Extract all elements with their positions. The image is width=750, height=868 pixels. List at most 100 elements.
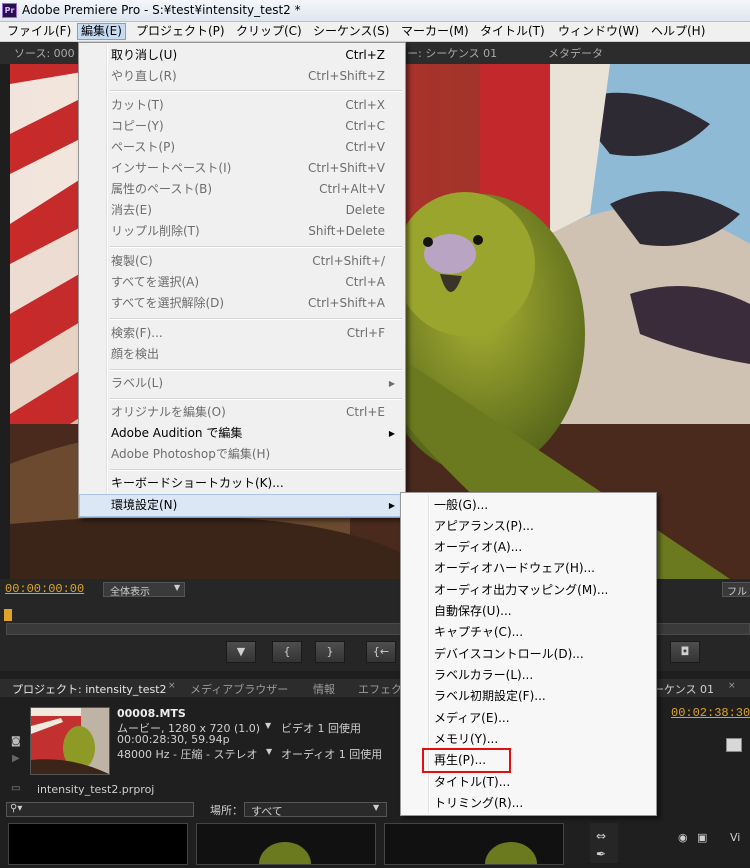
media-thumbnail-2-image: [259, 842, 311, 868]
menu-item-paste[interactable]: ペースト(P) Ctrl+V: [80, 137, 404, 158]
tab-effects[interactable]: エフェク: [358, 681, 402, 697]
menu-clip[interactable]: クリップ(C): [233, 23, 305, 40]
pen-tool-icon[interactable]: ✒: [596, 847, 606, 861]
poster-frame-icon[interactable]: ◙: [11, 736, 21, 747]
submenu-arrow-icon: ▶: [388, 379, 395, 388]
menu-marker[interactable]: マーカー(M): [398, 23, 472, 40]
menu-item-label: キーボードショートカット(K)...: [111, 476, 284, 490]
menu-item-paste-insert[interactable]: インサートペースト(I) Ctrl+Shift+V: [80, 158, 404, 179]
menu-item-label: ペースト(P): [111, 140, 175, 154]
mark-out-button[interactable]: }: [315, 641, 345, 663]
menu-help[interactable]: ヘルプ(H): [648, 23, 708, 40]
menu-item-label: Adobe Audition で編集: [111, 426, 243, 440]
menu-item-copy[interactable]: コピー(Y) Ctrl+C: [80, 116, 404, 137]
media-thumbnail-2[interactable]: [196, 823, 376, 868]
menu-item-label: 取り消し(U): [111, 48, 178, 62]
close-icon[interactable]: ×: [168, 681, 176, 691]
menu-separator: [110, 246, 402, 248]
play-thumbnail-icon[interactable]: ▶: [12, 753, 20, 764]
pref-audio-hardware[interactable]: オーディオハードウェア(H)...: [434, 558, 595, 579]
tab-project[interactable]: プロジェクト: intensity_test2: [12, 681, 167, 697]
menu-item-clear[interactable]: 消去(E) Delete: [80, 200, 404, 221]
add-marker-button[interactable]: ▼: [226, 641, 256, 663]
pref-device-control[interactable]: デバイスコントロール(D)...: [434, 644, 584, 665]
location-select[interactable]: すべて ▼: [244, 802, 387, 818]
menu-title[interactable]: タイトル(T): [477, 23, 548, 40]
snap-icon[interactable]: [726, 738, 742, 752]
menu-item-edit-in-audition[interactable]: Adobe Audition で編集 ▶: [80, 423, 404, 444]
menu-item-find[interactable]: 検索(F)... Ctrl+F: [80, 323, 404, 344]
menu-separator: [110, 469, 402, 471]
eye-icon[interactable]: ◉: [678, 831, 688, 844]
pref-memory[interactable]: メモリ(Y)...: [434, 729, 498, 750]
clip-thumbnail[interactable]: [30, 707, 110, 775]
source-timecode[interactable]: 00:00:00:00: [5, 582, 84, 596]
menu-window[interactable]: ウィンドウ(W): [555, 23, 642, 40]
clip-name: 00008.MTS: [117, 707, 186, 720]
pref-audio[interactable]: オーディオ(A)...: [434, 537, 522, 558]
menu-item-redo[interactable]: やり直し(R) Ctrl+Shift+Z: [80, 66, 404, 87]
menu-item-shortcut: Ctrl+A: [345, 275, 385, 289]
close-sequence-icon[interactable]: ×: [728, 681, 736, 691]
sequence-timecode[interactable]: 00:02:38:30: [671, 706, 750, 720]
menu-item-keyboard-shortcuts[interactable]: キーボードショートカット(K)...: [80, 473, 404, 494]
zoom-select[interactable]: 全体表示 ▼: [103, 582, 185, 598]
tab-sequence[interactable]: ーケンス 01: [653, 681, 714, 697]
menu-item-select-all[interactable]: すべてを選択(A) Ctrl+A: [80, 272, 404, 293]
menu-item-edit-in-photoshop[interactable]: Adobe Photoshopで編集(H): [80, 444, 404, 465]
folder-icon: ▭: [11, 783, 21, 794]
pref-label-colors[interactable]: ラベルカラー(L)...: [434, 665, 533, 686]
tab-info[interactable]: 情報: [313, 681, 335, 697]
tab-source-monitor[interactable]: ソース: 000: [14, 45, 75, 62]
pref-media[interactable]: メディア(E)...: [434, 708, 510, 729]
media-thumbnail-1[interactable]: [8, 823, 188, 865]
tab-metadata[interactable]: メタデータ: [548, 45, 603, 62]
menu-item-deselect-all[interactable]: すべてを選択解除(D) Ctrl+Shift+A: [80, 293, 404, 314]
pref-titler[interactable]: タイトル(T)...: [434, 772, 510, 793]
menu-item-cut[interactable]: カット(T) Ctrl+X: [80, 95, 404, 116]
chevron-down-icon[interactable]: ▼: [265, 721, 271, 730]
playhead-marker[interactable]: [4, 609, 12, 621]
window-title: Adobe Premiere Pro - S:¥test¥intensity_t…: [22, 3, 301, 17]
pref-label-defaults[interactable]: ラベル初期設定(F)...: [434, 686, 546, 707]
chevron-down-icon[interactable]: ▼: [266, 747, 272, 756]
menu-item-label: 複製(C): [111, 254, 153, 268]
pref-trim[interactable]: トリミング(R)...: [434, 793, 523, 814]
pref-auto-save[interactable]: 自動保存(U)...: [434, 601, 512, 622]
menu-item-shortcut: Ctrl+Shift+V: [308, 161, 385, 175]
go-to-in-button[interactable]: {←: [366, 641, 396, 663]
tab-media-browser[interactable]: メディアブラウザー: [190, 681, 288, 697]
menu-item-paste-attributes[interactable]: 属性のペースト(B) Ctrl+Alt+V: [80, 179, 404, 200]
menu-item-preferences[interactable]: 環境設定(N) ▶: [79, 494, 405, 517]
film-icon[interactable]: ▣: [697, 831, 707, 844]
pref-general[interactable]: 一般(G)...: [434, 495, 488, 516]
menu-item-label-submenu[interactable]: ラベル(L) ▶: [80, 373, 404, 394]
menu-sequence[interactable]: シーケンス(S): [310, 23, 392, 40]
rate-stretch-tool-icon[interactable]: ⇔: [596, 829, 606, 843]
submenu-arrow-icon: ▶: [388, 429, 395, 438]
full-view-button[interactable]: フル: [722, 582, 750, 598]
pref-audio-output-mapping[interactable]: オーディオ出力マッピング(M)...: [434, 580, 608, 601]
mark-in-button[interactable]: {: [272, 641, 302, 663]
menu-item-label: インサートペースト(I): [111, 161, 232, 175]
location-select-value: すべて: [251, 805, 283, 818]
track-label: Vi: [730, 831, 741, 844]
menu-item-duplicate[interactable]: 複製(C) Ctrl+Shift+/: [80, 251, 404, 272]
submenu-arrow-icon: ▶: [388, 501, 395, 510]
pref-capture[interactable]: キャプチャ(C)...: [434, 622, 523, 643]
menu-separator: [110, 398, 402, 400]
media-thumbnail-3[interactable]: [384, 823, 564, 868]
tab-program-monitor[interactable]: ー: シーケンス 01: [407, 45, 497, 62]
menu-project[interactable]: プロジェクト(P): [133, 23, 228, 40]
menu-item-edit-original[interactable]: オリジナルを編集(O) Ctrl+E: [80, 402, 404, 423]
menu-file[interactable]: ファイル(F): [4, 23, 74, 40]
menu-item-undo[interactable]: 取り消し(U) Ctrl+Z: [80, 45, 404, 66]
menu-edit[interactable]: 編集(E): [77, 23, 126, 40]
export-frame-camera-icon[interactable]: ◘: [670, 641, 700, 663]
menu-item-ripple-delete[interactable]: リップル削除(T) Shift+Delete: [80, 221, 404, 242]
search-icon: ⚲▾: [10, 803, 23, 814]
search-input[interactable]: ⚲▾: [6, 802, 194, 817]
pref-appearance[interactable]: アピアランス(P)...: [434, 516, 534, 537]
menu-item-find-faces[interactable]: 顔を検出: [80, 344, 404, 365]
chevron-down-icon: ▼: [174, 583, 181, 592]
